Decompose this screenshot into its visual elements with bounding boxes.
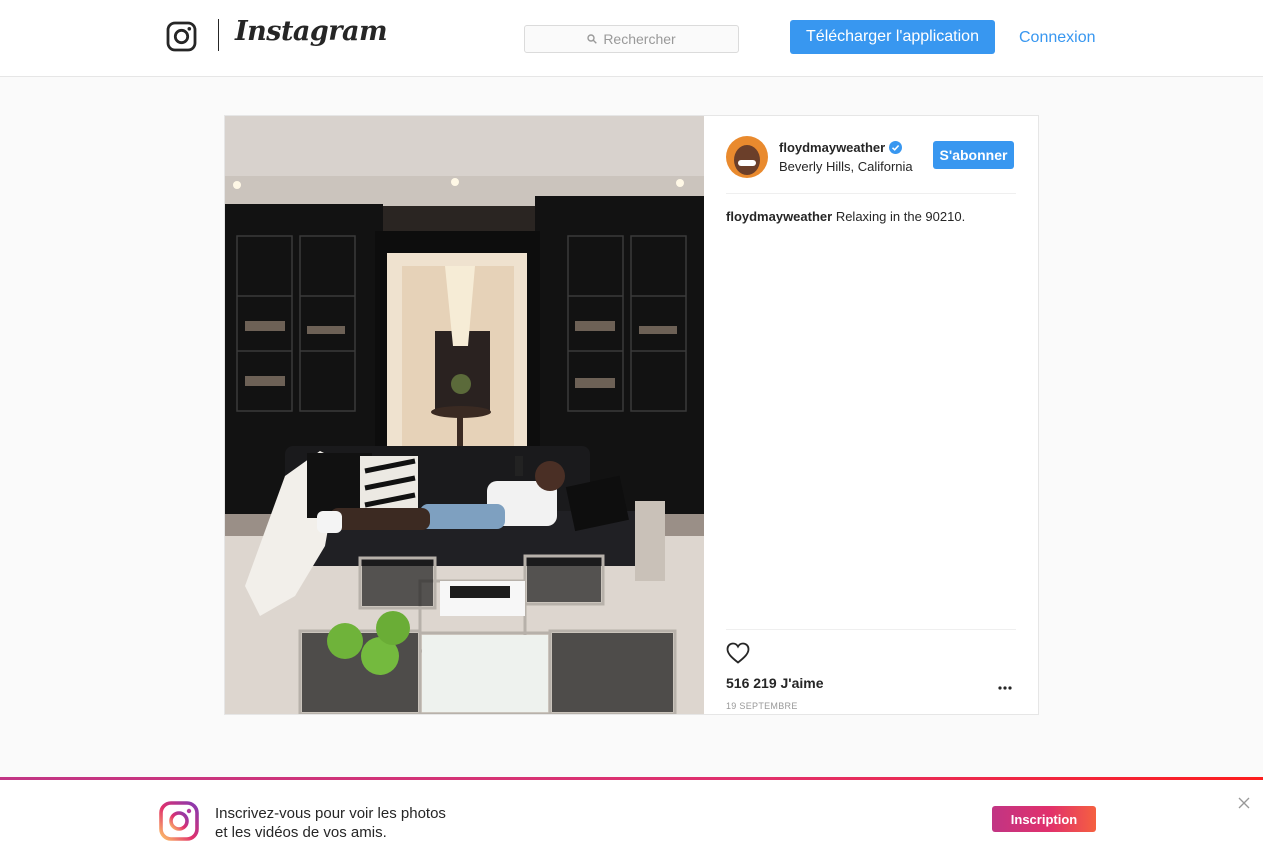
more-options-icon[interactable] (998, 686, 1012, 690)
logo-divider (218, 19, 219, 51)
instagram-gradient-logo-icon (159, 801, 199, 841)
top-navigation-bar: Instagram Rechercher Télécharger l'appli… (0, 0, 1263, 77)
instagram-camera-icon[interactable] (166, 21, 197, 52)
post-photo[interactable] (225, 116, 704, 714)
close-icon[interactable] (1238, 797, 1250, 809)
caption-username[interactable]: floydmayweather (726, 209, 832, 224)
author-username[interactable]: floydmayweather (779, 140, 885, 155)
login-link[interactable]: Connexion (1019, 29, 1096, 47)
signup-banner: Inscrivez-vous pour voir les photos et l… (0, 777, 1263, 842)
verified-badge-icon (889, 141, 903, 154)
heart-icon[interactable] (726, 642, 750, 664)
divider (726, 629, 1016, 630)
signup-button[interactable]: Inscription (992, 806, 1096, 832)
search-input[interactable]: Rechercher (524, 25, 739, 53)
search-placeholder: Rechercher (603, 31, 676, 47)
download-app-button[interactable]: Télécharger l'application (790, 20, 995, 54)
gradient-line (0, 777, 1263, 780)
search-icon (587, 34, 598, 44)
likes-count[interactable]: 516 219 J'aime (726, 675, 824, 691)
signup-message: Inscrivez-vous pour voir les photos et l… (215, 804, 446, 842)
post-date[interactable]: 19 SEPTEMBRE (726, 701, 798, 711)
post-author[interactable]: floydmayweather (779, 140, 903, 155)
signup-message-line2: et les vidéos de vos amis. (215, 824, 387, 841)
post-location[interactable]: Beverly Hills, California (779, 159, 919, 174)
post-sidebar: floydmayweather Beverly Hills, Californi… (704, 116, 1038, 714)
avatar[interactable] (726, 136, 768, 178)
divider (726, 193, 1016, 194)
caption-text: Relaxing in the 90210. (832, 209, 966, 224)
instagram-wordmark[interactable]: Instagram (235, 16, 388, 47)
post-caption: floydmayweather Relaxing in the 90210. (726, 209, 1016, 224)
signup-message-line1: Inscrivez-vous pour voir les photos (215, 805, 446, 822)
post-card: floydmayweather Beverly Hills, Californi… (224, 115, 1039, 715)
follow-button[interactable]: S'abonner (933, 141, 1014, 169)
